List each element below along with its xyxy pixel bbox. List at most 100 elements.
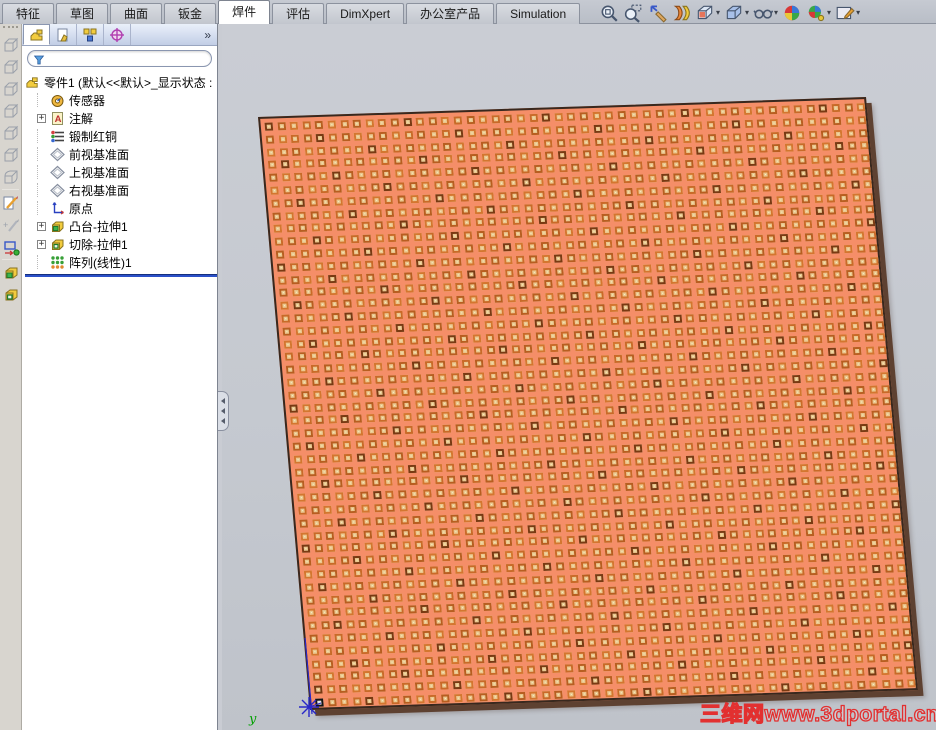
expand-toggle[interactable]: + bbox=[37, 239, 46, 249]
panel-tab-featuremanager[interactable] bbox=[23, 24, 50, 45]
pattern-cell bbox=[335, 646, 345, 655]
pattern-cell bbox=[536, 485, 546, 495]
extrude-boss-alt-icon[interactable] bbox=[2, 286, 20, 304]
pattern-cell bbox=[839, 629, 849, 639]
command-tab-1[interactable]: 特征 bbox=[2, 3, 55, 24]
filter-box[interactable] bbox=[27, 50, 212, 67]
zoom-to-area-button[interactable] bbox=[622, 2, 644, 23]
pattern-cell bbox=[566, 536, 575, 545]
display-style-button[interactable]: ▾ bbox=[723, 2, 750, 23]
toolbar-grip[interactable] bbox=[3, 26, 18, 32]
panel-tab-configurationmanager[interactable] bbox=[77, 24, 104, 45]
pattern-cell bbox=[777, 644, 787, 654]
pattern-cell bbox=[602, 522, 612, 531]
pattern-cell bbox=[736, 171, 746, 180]
sensors-icon bbox=[50, 93, 65, 108]
filter-input[interactable] bbox=[48, 52, 206, 65]
apply-scene-dropdown-arrow[interactable]: ▾ bbox=[827, 8, 831, 17]
zoom-to-fit-button[interactable] bbox=[598, 2, 620, 23]
pattern-cell bbox=[482, 153, 491, 163]
pattern-cell bbox=[750, 478, 760, 488]
section-view-button[interactable] bbox=[670, 2, 692, 23]
pattern-cell bbox=[744, 119, 754, 128]
tree-item-annotations[interactable]: + A 注解 bbox=[25, 109, 217, 127]
pattern-cell bbox=[672, 596, 682, 606]
view-orientation-button[interactable]: ▾ bbox=[694, 2, 721, 23]
view-orientation-dropdown-arrow[interactable]: ▾ bbox=[716, 8, 720, 17]
view-cube-iso-icon[interactable] bbox=[2, 168, 20, 186]
rollback-bar[interactable] bbox=[25, 274, 217, 277]
pattern-cell bbox=[410, 489, 420, 499]
tree-item-sensors[interactable]: 传感器 bbox=[25, 91, 217, 109]
pattern-cell bbox=[662, 622, 671, 632]
tree-item-plane[interactable]: 上视基准面 bbox=[25, 163, 217, 181]
pattern-cell bbox=[900, 602, 910, 611]
pattern-cell bbox=[543, 139, 553, 148]
view-cube-icon[interactable] bbox=[2, 102, 20, 120]
hide-show-items-button[interactable]: ▾ bbox=[752, 2, 779, 23]
tree-item-cut-extrude[interactable]: + 切除-拉伸1 bbox=[25, 235, 217, 253]
apply-scene-button[interactable]: ▾ bbox=[805, 2, 832, 23]
expand-toggle[interactable]: + bbox=[37, 221, 46, 231]
pattern-cell bbox=[780, 246, 790, 256]
hide-show-items-dropdown-arrow[interactable]: ▾ bbox=[774, 8, 778, 17]
pattern-cell bbox=[337, 235, 347, 244]
panel-tab-overflow-chevron[interactable]: » bbox=[204, 28, 217, 45]
expand-toggle[interactable]: + bbox=[37, 113, 46, 123]
tree-item-plane[interactable]: 前视基准面 bbox=[25, 145, 217, 163]
pattern-cell bbox=[510, 191, 520, 200]
convert-entities-icon[interactable] bbox=[2, 238, 20, 256]
pattern-cell bbox=[324, 377, 334, 386]
pattern-cell bbox=[270, 186, 279, 195]
previous-view-button[interactable] bbox=[646, 2, 668, 23]
command-tab-9[interactable]: Simulation bbox=[496, 3, 581, 24]
pattern-cell bbox=[778, 503, 787, 512]
sketch-3d-icon[interactable]: + bbox=[2, 216, 20, 234]
graphics-viewport[interactable]: y 三维网www.3dportal.cn bbox=[222, 24, 936, 730]
command-tab-7[interactable]: DimXpert bbox=[326, 3, 405, 24]
pattern-cell bbox=[495, 307, 505, 316]
pattern-cell bbox=[614, 508, 624, 518]
command-tab-2[interactable]: 草图 bbox=[56, 3, 109, 24]
view-cube-icon[interactable] bbox=[2, 36, 20, 54]
view-cube-icon[interactable] bbox=[2, 58, 20, 76]
panel-collapse-handle[interactable] bbox=[218, 391, 229, 431]
pattern-cell bbox=[619, 136, 629, 145]
pattern-cell bbox=[509, 319, 518, 329]
view-settings-button[interactable]: ▾ bbox=[834, 2, 861, 23]
pattern-cell bbox=[484, 615, 494, 625]
tree-root[interactable]: 零件1 (默认<<默认>_显示状态 : bbox=[25, 73, 217, 91]
tree-item-plane[interactable]: 右视基准面 bbox=[25, 181, 217, 199]
tree-item-origin[interactable]: 原点 bbox=[25, 199, 217, 217]
edit-appearance-button[interactable] bbox=[781, 2, 803, 23]
view-cube-icon[interactable] bbox=[2, 80, 20, 98]
tree-item-linear-pattern[interactable]: 阵列(线性)1 bbox=[25, 253, 217, 271]
view-settings-dropdown-arrow[interactable]: ▾ bbox=[856, 8, 860, 17]
patterned-plate-model[interactable] bbox=[258, 96, 919, 710]
tree-item-material[interactable]: 锻制红铜 bbox=[25, 127, 217, 145]
command-tab-5[interactable]: 焊件 bbox=[218, 0, 271, 24]
pattern-cell bbox=[763, 478, 772, 487]
display-style-dropdown-arrow[interactable]: ▾ bbox=[745, 8, 749, 17]
pattern-cell bbox=[591, 252, 601, 262]
pattern-cell bbox=[450, 655, 459, 664]
pattern-cell bbox=[443, 437, 453, 446]
extrude-boss-icon[interactable] bbox=[2, 264, 20, 282]
origin-marker-icon[interactable] bbox=[296, 694, 322, 720]
sketch-icon[interactable] bbox=[2, 194, 20, 212]
view-cube-icon[interactable] bbox=[2, 124, 20, 142]
pattern-cell bbox=[729, 672, 739, 681]
view-cube-icon[interactable] bbox=[2, 146, 20, 164]
panel-tab-propertymanager[interactable] bbox=[50, 24, 77, 45]
pattern-cell bbox=[346, 479, 356, 488]
command-tab-8[interactable]: 办公室产品 bbox=[406, 3, 495, 24]
panel-tab-dimxpertmanager[interactable] bbox=[104, 24, 131, 45]
command-tab-3[interactable]: 曲面 bbox=[110, 3, 163, 24]
tree-item-boss-extrude[interactable]: + 凸台-拉伸1 bbox=[25, 217, 217, 235]
command-tab-6[interactable]: 评估 bbox=[272, 3, 325, 24]
command-tab-4[interactable]: 钣金 bbox=[164, 3, 217, 24]
pattern-cell bbox=[768, 105, 778, 115]
pattern-cell bbox=[453, 398, 462, 408]
pattern-cell bbox=[521, 460, 531, 469]
pattern-cell bbox=[588, 651, 598, 660]
